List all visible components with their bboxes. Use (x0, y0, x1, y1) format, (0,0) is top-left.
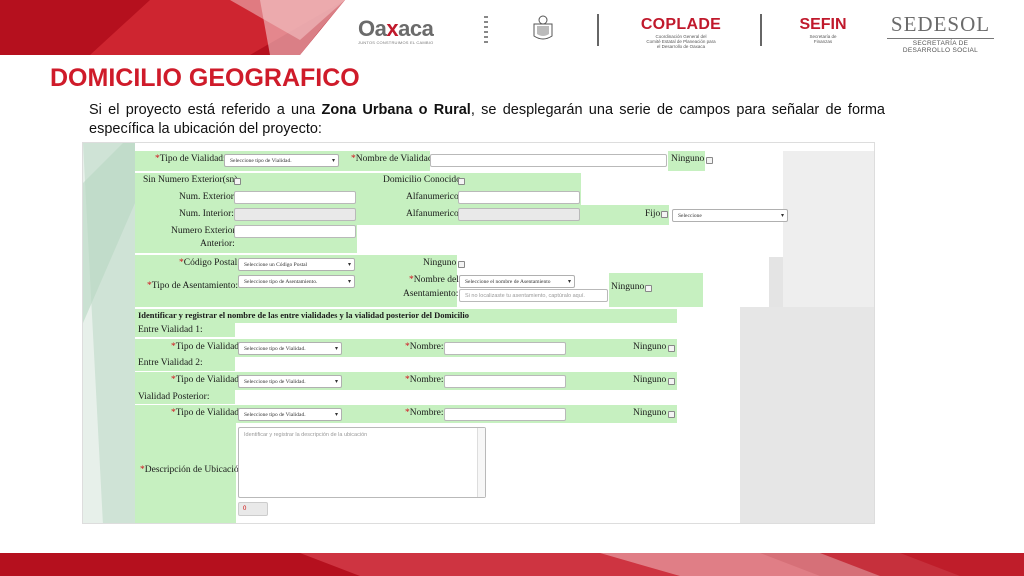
num-exterior-label: Num. Exterior: (179, 192, 237, 202)
ninguno-label: Ninguno (633, 408, 667, 418)
nombre-vialidad-label: *Nombre de Vialidad (351, 154, 433, 164)
vialidad-posterior-label: Vialidad Posterior: (138, 392, 210, 402)
codigo-postal-label: *Código Postal: (179, 258, 240, 268)
chevron-down-icon: ▾ (347, 262, 351, 268)
nombre-asentamiento-input[interactable]: Si no localizaste tu asentamiento, captú… (459, 289, 608, 302)
oaxaca-logo: Oaxaca JUNTOS CONSTRUIMOS EL CAMBIO (358, 16, 434, 45)
ninguno-label: Ninguno (611, 282, 645, 292)
entre-vialidad-2-nombre-input[interactable] (444, 375, 566, 388)
vialidad-posterior-tipo-select[interactable]: Seleccione tipo de Vialidad. ▾ (238, 408, 342, 421)
descripcion-textarea[interactable]: Identificar y registrar la descripción d… (238, 427, 486, 498)
chevron-down-icon: ▾ (567, 279, 571, 285)
tipo-asentamiento-select[interactable]: Seleccione tipo de Asentamiento. ▾ (238, 275, 355, 288)
domicilio-conocido-checkbox[interactable] (458, 178, 465, 185)
nombre-label: *Nombre: (405, 342, 444, 352)
alfanumerico-exterior-input[interactable] (458, 191, 580, 204)
entre-vialidad-2-label: Entre Vialidad 2: (138, 358, 203, 368)
state-seal-logo (528, 10, 558, 48)
intro-text: Si el proyecto está referido a una Zona … (89, 102, 885, 137)
nombre-asentamiento-select[interactable]: Seleccione el nombre de Asentamiento ▾ (459, 275, 575, 288)
codigo-postal-select[interactable]: Seleccione un Código Postal ▾ (238, 258, 355, 271)
numero-exterior-anterior-label-2: Anterior: (200, 239, 235, 249)
tipo-vialidad-label: *Tipo de Vialidad: (171, 375, 242, 385)
ninguno-label: Ninguno (633, 375, 667, 385)
sin-numero-exterior-checkbox[interactable] (234, 178, 241, 185)
domicilio-conocido-label: Domicilio Conocido (383, 175, 461, 185)
left-decoration (83, 143, 135, 523)
entre-vialidad-1-tipo-select[interactable]: Seleccione tipo de Vialidad. ▾ (238, 342, 342, 355)
sedesol-logo: SEDESOL SECRETARÍA DE DESARROLLO SOCIAL (883, 12, 998, 54)
fijo-checkbox[interactable] (661, 211, 668, 218)
footer-band (0, 553, 1024, 576)
tipo-vialidad-label: *Tipo de Vialidad: (171, 342, 242, 352)
num-exterior-input[interactable] (234, 191, 356, 204)
num-interior-label: Num. Interior: (179, 209, 234, 219)
chevron-down-icon: ▾ (334, 379, 338, 385)
entre-vialidad-2-ninguno-checkbox[interactable] (668, 378, 675, 385)
slide: Oaxaca JUNTOS CONSTRUIMOS EL CAMBIO COPL… (0, 0, 1024, 576)
chevron-down-icon: ▾ (334, 412, 338, 418)
nombre-label: *Nombre: (405, 375, 444, 385)
nombre-vialidad-input[interactable] (430, 154, 667, 167)
nombre-label: *Nombre: (405, 408, 444, 418)
tipo-vialidad-select[interactable]: Seleccione tipo de Vialidad. ▾ (224, 154, 339, 167)
character-counter: 0 (238, 502, 268, 516)
dotted-divider (484, 16, 488, 46)
entre-vialidad-1-ninguno-checkbox[interactable] (668, 345, 675, 352)
sin-numero-exterior-label: Sin Numero Exterior(sn) (143, 175, 238, 185)
coplade-logo: COPLADE Coordinación General del Comité … (640, 16, 722, 49)
vialidad-posterior-nombre-input[interactable] (444, 408, 566, 421)
ninguno-label: Ninguno (423, 258, 457, 268)
page-title: DOMICILIO GEOGRAFICO (50, 64, 360, 92)
ninguno-asentamiento-checkbox[interactable] (645, 285, 652, 292)
numero-exterior-anterior-label-1: Numero Exterior (171, 226, 236, 236)
header-ribbon (0, 0, 345, 55)
ninguno-label: Ninguno (671, 154, 705, 164)
alfanumerico-interior-input[interactable] (458, 208, 580, 221)
tipo-vialidad-label: *Tipo de Vialidad: (155, 154, 226, 164)
form-screenshot: *Tipo de Vialidad: Seleccione tipo de Vi… (82, 142, 875, 524)
tipo-vialidad-label: *Tipo de Vialidad: (171, 408, 242, 418)
vialidad-posterior-ninguno-checkbox[interactable] (668, 411, 675, 418)
num-interior-input[interactable] (234, 208, 356, 221)
fijo-label: Fijo (645, 209, 661, 219)
fijo-select[interactable]: Seleccione ▾ (672, 209, 788, 222)
entre-vialidades-heading: Identificar y registrar el nombre de las… (138, 310, 470, 320)
right-panel-bg (740, 307, 874, 523)
chevron-down-icon: ▾ (334, 346, 338, 352)
entre-vialidad-1-label: Entre Vialidad 1: (138, 325, 203, 335)
divider-bar (597, 14, 599, 46)
alfanumerico-label: Alfanumerico (406, 209, 459, 219)
nombre-asentamiento-label-2: Asentamiento: (403, 289, 459, 299)
nombre-asentamiento-label-1: *Nombre del (409, 275, 459, 285)
alfanumerico-label: Alfanumerico (406, 192, 459, 202)
ninguno-cp-checkbox[interactable] (458, 261, 465, 268)
chevron-down-icon: ▾ (780, 213, 784, 219)
ninguno-label: Ninguno (633, 342, 667, 352)
sefin-logo: SEFIN Secretaría de Finanzas (799, 16, 847, 44)
scrollbar[interactable] (477, 428, 485, 497)
divider-bar (760, 14, 762, 46)
descripcion-label: *Descripción de Ubicación (140, 465, 244, 475)
numero-exterior-anterior-input[interactable] (234, 225, 356, 238)
tipo-asentamiento-label: *Tipo de Asentamiento: (147, 281, 238, 291)
entre-vialidad-1-nombre-input[interactable] (444, 342, 566, 355)
ninguno-checkbox[interactable] (706, 157, 713, 164)
chevron-down-icon: ▾ (347, 279, 351, 285)
chevron-down-icon: ▾ (331, 158, 335, 164)
entre-vialidad-2-tipo-select[interactable]: Seleccione tipo de Vialidad. ▾ (238, 375, 342, 388)
